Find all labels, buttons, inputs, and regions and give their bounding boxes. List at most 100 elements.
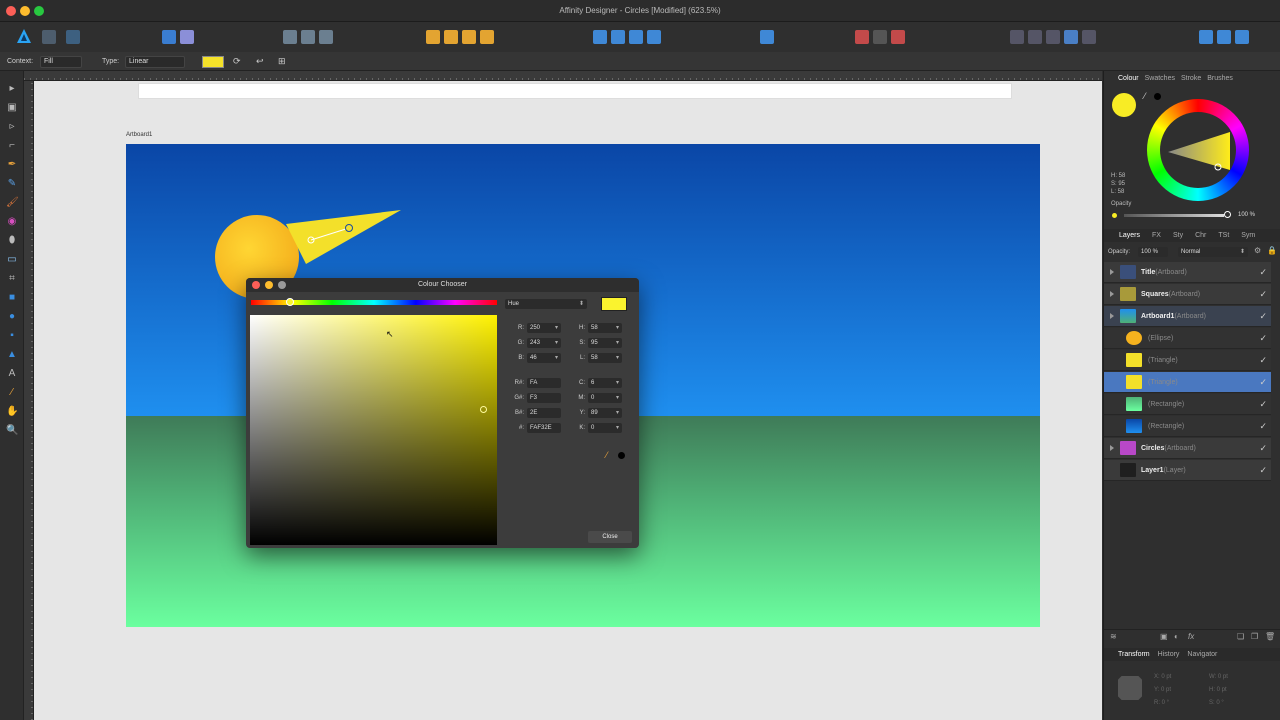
assistant-icon[interactable] [180, 30, 194, 44]
fill-swatch[interactable] [202, 56, 224, 68]
geometry-subtract-icon[interactable] [1217, 30, 1231, 44]
shear-field[interactable]: 0 ° [1216, 700, 1223, 706]
mask-icon[interactable]: ▣ [1160, 632, 1168, 641]
hue-input[interactable]: 58 ▾ [588, 323, 622, 333]
rotate-left-icon[interactable] [629, 30, 643, 44]
visibility-checkbox[interactable]: ✓ [1259, 421, 1267, 432]
layer-stack-icon[interactable]: ≋ [1110, 632, 1117, 641]
fill-tool-icon[interactable]: ◉ [6, 216, 18, 228]
red-input[interactable]: 250 ▾ [527, 323, 561, 333]
trash-icon[interactable]: 🗑 [1265, 632, 1275, 641]
node-tool-icon[interactable]: ▹ [6, 121, 18, 133]
visibility-checkbox[interactable]: ✓ [1259, 443, 1267, 454]
group-icon[interactable]: ❐ [1251, 632, 1258, 641]
red-hex-input[interactable]: FA [527, 378, 561, 388]
move-to-back-icon[interactable] [426, 30, 440, 44]
move-tool-icon[interactable]: ▸ [6, 83, 18, 95]
eyedropper-tool-icon[interactable]: ⁄ [6, 387, 18, 399]
visibility-checkbox[interactable]: ✓ [1259, 333, 1267, 344]
flip-horizontal-icon[interactable] [593, 30, 607, 44]
snapping-magnet-icon[interactable] [891, 30, 905, 44]
subtract-icon[interactable] [1028, 30, 1042, 44]
gradient-edit-icon[interactable]: ⊞ [278, 56, 290, 68]
lock-icon[interactable]: 🔒 [1267, 246, 1277, 255]
gradient-type-select[interactable]: Linear [125, 56, 185, 68]
expand-disclosure-icon[interactable] [1110, 291, 1114, 297]
tab-layers[interactable]: Layers [1119, 232, 1140, 239]
outline-icon[interactable] [319, 30, 333, 44]
designer-persona-icon[interactable] [16, 28, 32, 44]
vertical-ruler[interactable] [24, 81, 34, 720]
context-select[interactable]: Fill [40, 56, 82, 68]
pencil-tool-icon[interactable]: ✎ [6, 178, 18, 190]
snap-options-icon[interactable] [873, 30, 887, 44]
tab-brushes[interactable]: Brushes [1207, 75, 1233, 82]
dialog-title-bar[interactable]: Colour Chooser [246, 278, 639, 292]
corner-tool-icon[interactable]: ⌐ [6, 140, 18, 152]
tab-history[interactable]: History [1158, 651, 1180, 658]
add-layer-icon[interactable]: ❏ [1237, 632, 1244, 641]
saturation-lightness-field[interactable] [250, 315, 497, 545]
horizontal-ruler[interactable] [24, 71, 1102, 81]
tab-swatches[interactable]: Swatches [1145, 75, 1175, 82]
fx-icon[interactable]: fx [1188, 632, 1194, 641]
expand-disclosure-icon[interactable] [1110, 445, 1114, 451]
isolate-icon[interactable] [283, 30, 297, 44]
colour-picker-ring[interactable] [480, 406, 487, 413]
fill-colour-circle[interactable] [1112, 93, 1136, 117]
opacity-slider[interactable] [1124, 214, 1224, 217]
visibility-checkbox[interactable]: ✓ [1259, 311, 1267, 322]
reverse-gradient-icon[interactable]: ⟳ [233, 56, 245, 68]
ellipse-tool-icon[interactable]: ● [6, 311, 18, 323]
visibility-checkbox[interactable]: ✓ [1259, 399, 1267, 410]
hex-input[interactable]: FAF32E [527, 423, 561, 433]
place-image-icon[interactable]: ▭ [6, 254, 18, 266]
tab-symbols[interactable]: Sym [1241, 232, 1255, 239]
move-forward-icon[interactable] [462, 30, 476, 44]
move-to-front-icon[interactable] [480, 30, 494, 44]
visibility-checkbox[interactable]: ✓ [1259, 355, 1267, 366]
tab-transform[interactable]: Transform [1118, 651, 1150, 658]
triangle-tool-icon[interactable]: ▲ [6, 349, 18, 361]
rotation-field[interactable]: 0 ° [1162, 700, 1169, 706]
colour-wheel[interactable] [1147, 99, 1249, 201]
rounded-rect-tool-icon[interactable]: ▪ [6, 330, 18, 342]
blue-input[interactable]: 46 ▾ [527, 353, 561, 363]
opacity-value[interactable]: 100 % [1238, 212, 1255, 218]
text-tool-icon[interactable]: A [6, 368, 18, 380]
visibility-checkbox[interactable]: ✓ [1259, 465, 1267, 476]
opacity-knob[interactable] [1224, 211, 1231, 218]
visibility-checkbox[interactable]: ✓ [1259, 289, 1267, 300]
align-icon[interactable] [760, 30, 774, 44]
layer-layer1[interactable]: Layer1(Layer) ✓ [1104, 460, 1271, 481]
zoom-tool-icon[interactable]: 🔍 [6, 425, 18, 437]
expand-disclosure-icon[interactable] [1110, 269, 1114, 275]
lightness-input[interactable]: 58 ▾ [588, 353, 622, 363]
add-icon[interactable] [1010, 30, 1024, 44]
rotate-right-icon[interactable] [647, 30, 661, 44]
pen-tool-icon[interactable]: ✒ [6, 159, 18, 171]
layer-opacity-input[interactable]: 100 % [1138, 247, 1168, 257]
adjustment-icon[interactable]: ◐ [1174, 632, 1179, 641]
magenta-input[interactable]: 0 ▾ [588, 393, 622, 403]
tab-navigator[interactable]: Navigator [1187, 651, 1217, 658]
move-back-icon[interactable] [444, 30, 458, 44]
x-field[interactable]: 0 pt [1161, 674, 1171, 680]
eyedropper-icon[interactable]: ⁄ [606, 450, 608, 460]
blend-mode-select[interactable]: Normal ⬍ [1178, 247, 1248, 257]
divide-icon[interactable] [1082, 30, 1096, 44]
transparency-tool-icon[interactable]: ⬮ [6, 235, 18, 247]
cyan-input[interactable]: 6 ▾ [588, 378, 622, 388]
expand-disclosure-icon[interactable] [1110, 313, 1114, 319]
green-hex-input[interactable]: F3 [527, 393, 561, 403]
height-field[interactable]: 0 pt [1217, 687, 1227, 693]
layer-settings-icon[interactable]: ⚙ [1254, 246, 1261, 255]
pixel-persona-icon[interactable] [42, 30, 56, 44]
hand-tool-icon[interactable]: ✋ [6, 406, 18, 418]
layer-ellipse[interactable]: (Ellipse) ✓ [1104, 328, 1271, 349]
view-mode-icon[interactable] [301, 30, 315, 44]
crop-tool-icon[interactable]: ⌗ [6, 273, 18, 285]
layer-rectangle-1[interactable]: (Rectangle) ✓ [1104, 394, 1271, 415]
stroke-colour-dot[interactable] [1154, 93, 1161, 100]
visibility-checkbox[interactable]: ✓ [1259, 267, 1267, 278]
